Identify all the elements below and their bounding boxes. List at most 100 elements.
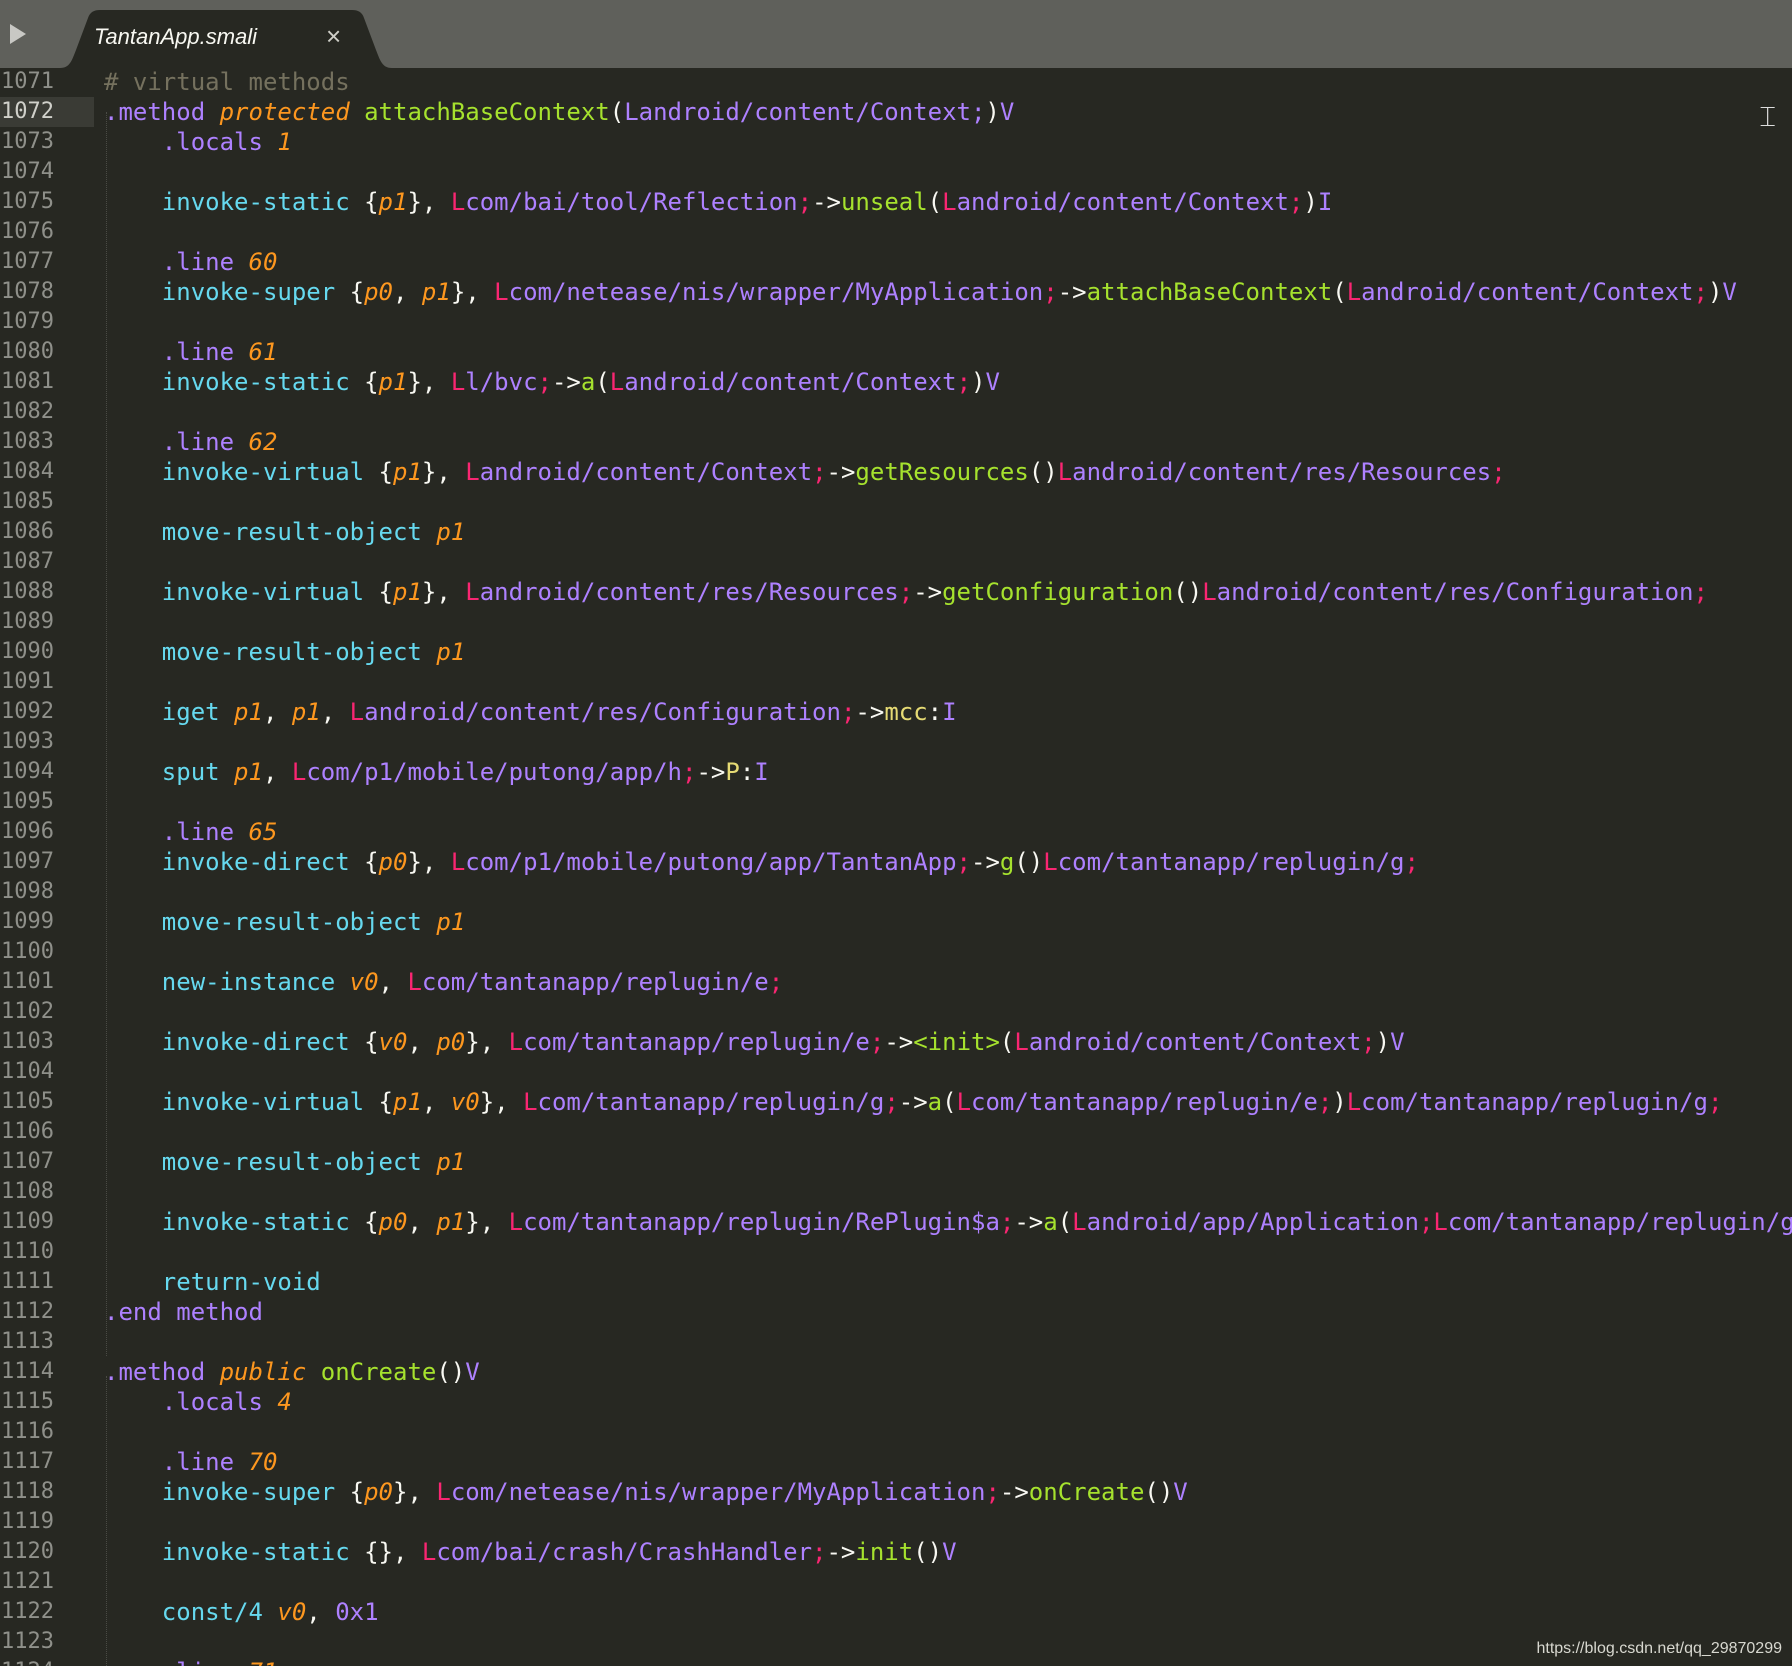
code-line[interactable]: 1098 (0, 877, 1792, 907)
code-editor[interactable]: 1071 # virtual methods 1072 .method protect… (0, 68, 1792, 1666)
code-line[interactable]: 1102 (0, 997, 1792, 1027)
code-line[interactable]: 1119 (0, 1507, 1792, 1537)
code-line[interactable]: 1081 invoke-static {p1}, Ll/bvc;->a(Land… (0, 367, 1792, 397)
code-line[interactable]: 1080 .line 61 (0, 337, 1792, 367)
code-line[interactable]: 1106 (0, 1117, 1792, 1147)
code-line[interactable]: 1075 invoke-static {p1}, Lcom/bai/tool/R… (0, 187, 1792, 217)
code-line[interactable]: 1082 (0, 397, 1792, 427)
code-token: onCreate (1028, 1478, 1145, 1506)
code-line[interactable]: 1095 (0, 787, 1792, 817)
code-line[interactable]: 1118 invoke-super {p0}, Lcom/netease/nis… (0, 1477, 1792, 1507)
code-line[interactable]: 1087 (0, 547, 1792, 577)
code-line[interactable]: 1115 .locals 4 (0, 1387, 1792, 1417)
code-token: { (349, 278, 365, 306)
line-number: 1107 (1, 1149, 54, 1174)
code-line[interactable]: 1085 (0, 487, 1792, 517)
code-line[interactable]: 1079 (0, 307, 1792, 337)
code-line[interactable]: 1076 (0, 217, 1792, 247)
code-token: android/content/Context (479, 458, 813, 486)
code-line[interactable]: 1072 .method protected attachBaseContext(… (0, 97, 1792, 127)
code-line[interactable]: 1111 return-void (0, 1267, 1792, 1297)
code-token: ( (595, 368, 610, 396)
code-line[interactable]: 1086 move-result-object p1 (0, 517, 1792, 547)
tab-bar: TantanApp.smali × (0, 0, 1792, 68)
code-line[interactable]: 1099 move-result-object p1 (0, 907, 1792, 937)
code-line[interactable]: 1073 .locals 1 (0, 127, 1792, 157)
code-token: -> (913, 578, 943, 606)
code-line[interactable]: 1083 .line 62 (0, 427, 1792, 457)
code-line[interactable]: 1110 (0, 1237, 1792, 1267)
code-line[interactable]: 1094 sput p1, Lcom/p1/mobile/putong/app/… (0, 757, 1792, 787)
code-line[interactable]: 1116 (0, 1417, 1792, 1447)
code-line[interactable]: 1100 (0, 937, 1792, 967)
play-icon[interactable] (10, 24, 26, 44)
code-token: p1 (421, 278, 451, 306)
code-token: com/tantanapp/replugin/e (421, 968, 769, 996)
code-token: 61 (248, 338, 278, 366)
code-line[interactable]: 1123 (0, 1627, 1792, 1657)
code-line[interactable]: 1105 invoke-virtual {p1, v0}, Lcom/tanta… (0, 1087, 1792, 1117)
code-line[interactable]: 1089 (0, 607, 1792, 637)
code-line[interactable]: 1078 invoke-super {p0, p1}, Lcom/netease… (0, 277, 1792, 307)
code-line[interactable]: 1074 (0, 157, 1792, 187)
line-number: 1071 (1, 69, 54, 94)
code-token: move-result-object (161, 518, 437, 546)
code-text: iget p1, p1, Landroid/content/res/Config… (104, 697, 957, 727)
line-number: 1100 (1, 939, 54, 964)
code-line[interactable]: 1101 new-instance v0, Lcom/tantanapp/rep… (0, 967, 1792, 997)
code-line[interactable]: 1117 .line 70 (0, 1447, 1792, 1477)
code-line[interactable]: 1112 .end method (0, 1297, 1792, 1327)
code-line[interactable]: 1077 .line 60 (0, 247, 1792, 277)
code-token: com/tantanapp/replugin/RePlugin$a (523, 1208, 1000, 1236)
code-token: sput (161, 758, 235, 786)
code-line[interactable]: 1108 (0, 1177, 1792, 1207)
code-token: { (364, 1208, 379, 1236)
code-token: .locals (161, 1388, 278, 1416)
code-token: p1 (436, 1208, 466, 1236)
code-token: , (407, 1028, 437, 1056)
code-token: V (942, 1538, 957, 1566)
code-line[interactable]: 1096 .line 65 (0, 817, 1792, 847)
code-line[interactable]: 1097 invoke-direct {p0}, Lcom/p1/mobile/… (0, 847, 1792, 877)
code-line[interactable]: 1088 invoke-virtual {p1}, Landroid/conte… (0, 577, 1792, 607)
code-token: L (1346, 1088, 1362, 1116)
code-token: ; (537, 368, 552, 396)
code-token: 62 (248, 428, 278, 456)
code-line[interactable]: 1104 (0, 1057, 1792, 1087)
code-line[interactable]: 1092 iget p1, p1, Landroid/content/res/C… (0, 697, 1792, 727)
code-token: com/netease/nis/wrapper/MyApplication (450, 1478, 986, 1506)
code-line[interactable]: 1090 move-result-object p1 (0, 637, 1792, 667)
code-line[interactable]: 1091 (0, 667, 1792, 697)
code-text: .method protected attachBaseContext(Land… (104, 97, 1014, 127)
code-token: # virtual methods (104, 68, 350, 96)
code-token: ; (797, 188, 813, 216)
tab-close-icon[interactable]: × (326, 23, 341, 49)
code-line[interactable]: 1121 (0, 1567, 1792, 1597)
code-line[interactable]: 1084 invoke-virtual {p1}, Landroid/conte… (0, 457, 1792, 487)
code-token: V (1390, 1028, 1405, 1056)
code-token: p0 (364, 278, 393, 306)
line-number: 1090 (1, 639, 54, 664)
tab-tantanapp-smali[interactable]: TantanApp.smali × (60, 10, 392, 68)
code-token: com/bai/crash/CrashHandler (436, 1538, 813, 1566)
code-token: ; (869, 1028, 885, 1056)
code-line[interactable]: 1103 invoke-direct {v0, p0}, Lcom/tantan… (0, 1027, 1792, 1057)
code-line[interactable]: 1107 move-result-object p1 (0, 1147, 1792, 1177)
code-token: ; (1418, 1208, 1434, 1236)
code-token: .method (104, 98, 220, 126)
code-token: : (739, 758, 755, 786)
code-token: L (407, 968, 422, 996)
code-line[interactable]: 1114 .method public onCreate()V (0, 1357, 1792, 1387)
code-line[interactable]: 1109 invoke-static {p0, p1}, Lcom/tantan… (0, 1207, 1792, 1237)
code-line[interactable]: 1113 (0, 1327, 1792, 1357)
code-line[interactable]: 1122 const/4 v0, 0x1 (0, 1597, 1792, 1627)
line-number: 1080 (1, 339, 54, 364)
code-line[interactable]: 1093 (0, 727, 1792, 757)
code-line[interactable]: 1120 invoke-static {}, Lcom/bai/crash/Cr… (0, 1537, 1792, 1567)
code-line[interactable]: 1071 # virtual methods (0, 68, 1792, 97)
code-line[interactable]: 1124 .line 71 (0, 1657, 1792, 1666)
line-number: 1105 (1, 1089, 54, 1114)
